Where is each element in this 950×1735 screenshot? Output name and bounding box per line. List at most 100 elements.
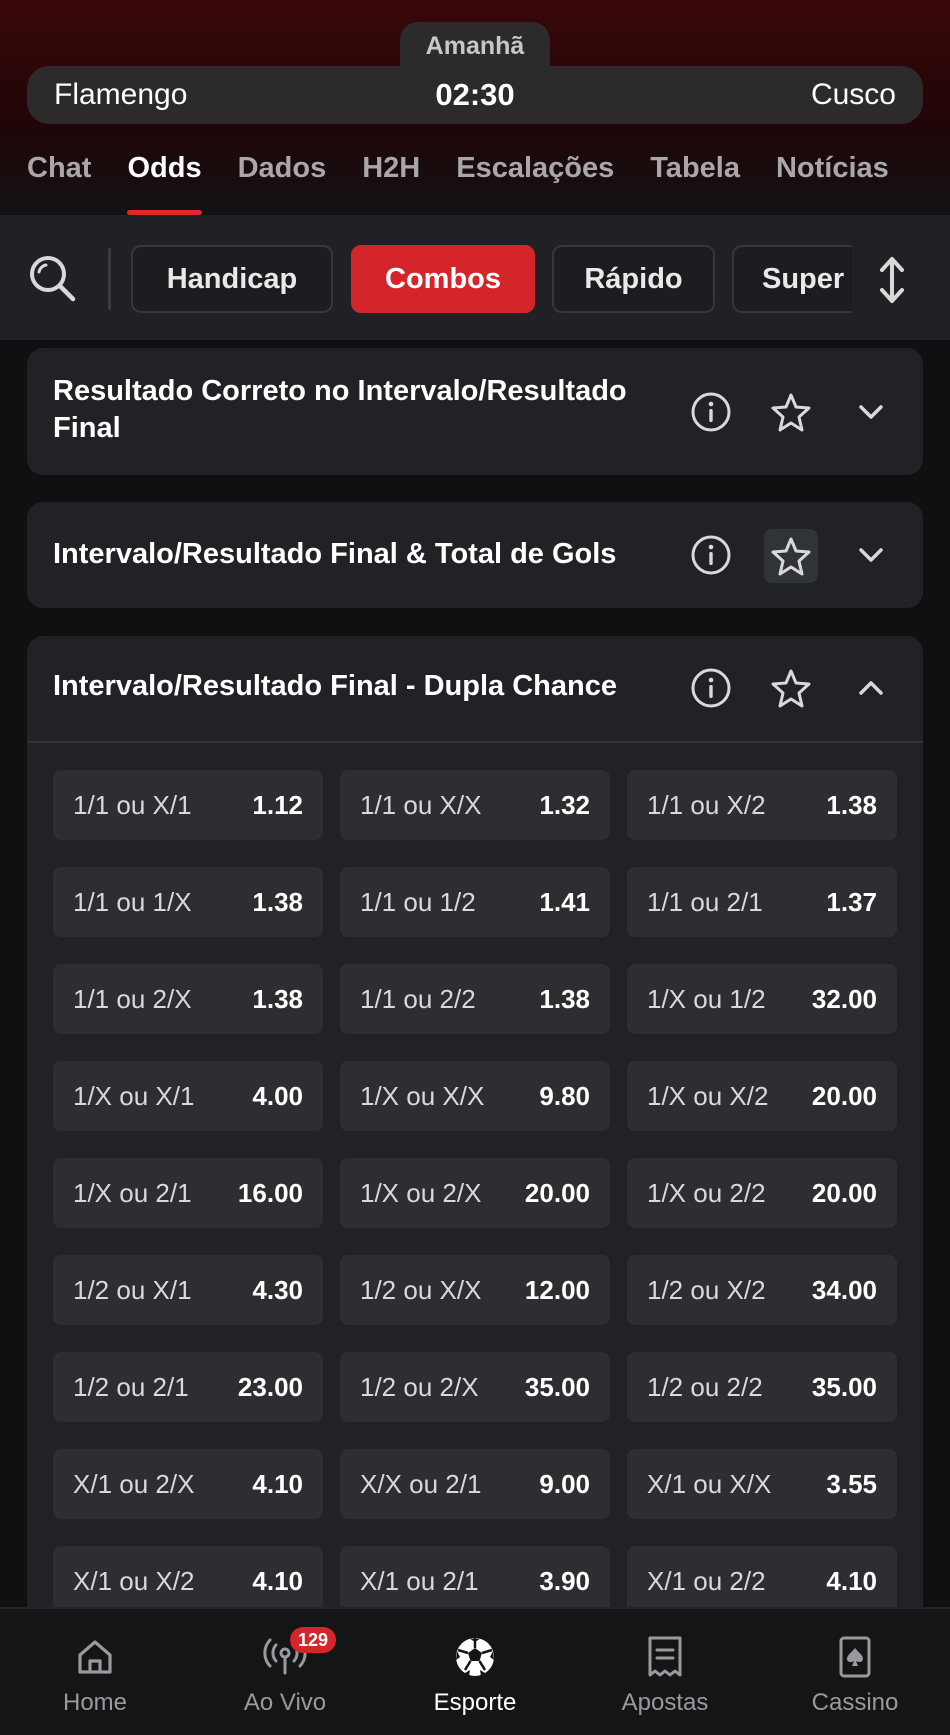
market-title: Intervalo/Resultado Final & Total de Gol… xyxy=(53,538,617,570)
tab-noticias[interactable]: Notícias xyxy=(758,140,907,215)
odd-value: 20.00 xyxy=(524,1177,590,1208)
odd-button[interactable]: 1/X ou X/2 20.00 xyxy=(627,1061,897,1131)
odd-selection-label: 1/1 ou 1/X xyxy=(73,886,192,917)
chevron-up-icon[interactable] xyxy=(847,664,895,712)
odd-value: 32.00 xyxy=(811,983,877,1014)
odd-selection-label: 1/2 ou 2/2 xyxy=(647,1371,763,1402)
odd-selection-label: 1/1 ou 2/X xyxy=(73,983,192,1014)
odd-selection-label: 1/1 ou 2/1 xyxy=(647,886,763,917)
odd-value: 16.00 xyxy=(237,1177,303,1208)
nav-cassino[interactable]: Cassino xyxy=(760,1609,950,1735)
odd-value: 1.37 xyxy=(826,886,877,917)
chevron-down-icon[interactable] xyxy=(847,388,895,436)
odd-value: 1.41 xyxy=(539,886,590,917)
odd-button[interactable]: 1/2 ou 2/2 35.00 xyxy=(627,1352,897,1422)
odd-selection-label: 1/X ou 2/2 xyxy=(647,1177,766,1208)
odd-selection-label: 1/1 ou X/2 xyxy=(647,789,766,820)
sort-arrows-icon[interactable] xyxy=(870,255,914,305)
odd-button[interactable]: X/1 ou 2/X 4.10 xyxy=(53,1449,323,1519)
odd-button[interactable]: 1/X ou 1/2 32.00 xyxy=(627,964,897,1034)
odd-value: 12.00 xyxy=(524,1274,590,1305)
odd-button[interactable]: 1/2 ou X/1 4.30 xyxy=(53,1255,323,1325)
odd-value: 1.32 xyxy=(539,789,590,820)
home-icon xyxy=(71,1633,119,1681)
odd-selection-label: 1/X ou 2/1 xyxy=(73,1177,192,1208)
odd-button[interactable]: X/1 ou X/2 4.10 xyxy=(53,1546,323,1616)
odd-value: 1.12 xyxy=(252,789,303,820)
market-card-total-goals[interactable]: Intervalo/Resultado Final & Total de Gol… xyxy=(27,502,923,608)
odd-selection-label: 1/1 ou X/1 xyxy=(73,789,192,820)
bet-slip-icon xyxy=(641,1633,689,1681)
nav-apostas[interactable]: Apostas xyxy=(570,1609,760,1735)
tab-dados[interactable]: Dados xyxy=(220,140,345,215)
odd-button[interactable]: 1/1 ou 1/2 1.41 xyxy=(340,867,610,937)
market-card-double-chance: Intervalo/Resultado Final - Dupla Chance… xyxy=(27,636,923,1636)
odd-button[interactable]: 1/X ou X/X 9.80 xyxy=(340,1061,610,1131)
nav-home[interactable]: Home xyxy=(0,1609,190,1735)
chevron-down-icon[interactable] xyxy=(847,531,895,579)
search-icon[interactable] xyxy=(26,252,78,304)
odd-value: 35.00 xyxy=(811,1371,877,1402)
odd-button[interactable]: X/X ou 2/1 9.00 xyxy=(340,1449,610,1519)
odd-value: 34.00 xyxy=(811,1274,877,1305)
odd-button[interactable]: 1/X ou 2/2 20.00 xyxy=(627,1158,897,1228)
nav-esporte[interactable]: Esporte xyxy=(380,1609,570,1735)
odd-selection-label: X/1 ou 2/X xyxy=(73,1468,195,1499)
info-icon[interactable] xyxy=(687,388,735,436)
odd-button[interactable]: 1/1 ou X/X 1.32 xyxy=(340,770,610,840)
market-title-line2: Final xyxy=(53,412,121,444)
star-icon[interactable] xyxy=(764,529,818,583)
odd-button[interactable]: 1/2 ou 2/X 35.00 xyxy=(340,1352,610,1422)
odd-button[interactable]: 1/1 ou 2/1 1.37 xyxy=(627,867,897,937)
odd-button[interactable]: 1/1 ou 2/2 1.38 xyxy=(340,964,610,1034)
odd-selection-label: X/X ou 2/1 xyxy=(360,1468,482,1499)
odd-selection-label: 1/2 ou 2/1 xyxy=(73,1371,189,1402)
odd-button[interactable]: 1/1 ou X/1 1.12 xyxy=(53,770,323,840)
odd-button[interactable]: 1/1 ou 1/X 1.38 xyxy=(53,867,323,937)
market-card-correct-score[interactable]: Resultado Correto no Intervalo/Resultado… xyxy=(27,348,923,475)
tab-chat[interactable]: Chat xyxy=(0,140,109,215)
odd-value: 1.38 xyxy=(252,983,303,1014)
star-icon[interactable] xyxy=(767,388,815,436)
odd-value: 4.30 xyxy=(252,1274,303,1305)
odd-selection-label: 1/1 ou 1/2 xyxy=(360,886,476,917)
filter-chip-handicap[interactable]: Handicap xyxy=(131,245,333,313)
odd-button[interactable]: 1/1 ou X/2 1.38 xyxy=(627,770,897,840)
odd-selection-label: 1/X ou 1/2 xyxy=(647,983,766,1014)
home-team: Flamengo xyxy=(54,78,188,111)
odd-button[interactable]: X/1 ou X/X 3.55 xyxy=(627,1449,897,1519)
match-header: Amanhã Flamengo 02:30 Cusco Chat Odds Da… xyxy=(0,0,950,215)
odd-button[interactable]: X/1 ou 2/1 3.90 xyxy=(340,1546,610,1616)
tab-escalacoes[interactable]: Escalações xyxy=(438,140,632,215)
star-icon[interactable] xyxy=(767,664,815,712)
filter-chip-super[interactable]: Super xyxy=(732,245,852,313)
odd-button[interactable]: 1/2 ou X/X 12.00 xyxy=(340,1255,610,1325)
odd-selection-label: 1/1 ou X/X xyxy=(360,789,482,820)
tab-h2h[interactable]: H2H xyxy=(344,140,438,215)
filter-chip-combos[interactable]: Combos xyxy=(351,245,535,313)
odd-selection-label: 1/X ou X/2 xyxy=(647,1080,769,1111)
nav-ao-vivo[interactable]: 129 Ao Vivo xyxy=(190,1609,380,1735)
odd-value: 1.38 xyxy=(826,789,877,820)
odd-value: 4.10 xyxy=(252,1468,303,1499)
filter-chip-rapido[interactable]: Rápido xyxy=(552,245,715,313)
odd-button[interactable]: 1/2 ou X/2 34.00 xyxy=(627,1255,897,1325)
market-title[interactable]: Intervalo/Resultado Final - Dupla Chance xyxy=(53,668,617,705)
odd-button[interactable]: 1/X ou X/1 4.00 xyxy=(53,1061,323,1131)
info-icon[interactable] xyxy=(687,531,735,579)
info-icon[interactable] xyxy=(687,664,735,712)
tab-tabela[interactable]: Tabela xyxy=(632,140,758,215)
tab-odds[interactable]: Odds xyxy=(109,140,219,215)
odd-button[interactable]: 1/1 ou 2/X 1.38 xyxy=(53,964,323,1034)
away-team: Cusco xyxy=(810,78,896,111)
nav-label: Ao Vivo xyxy=(243,1689,327,1716)
nav-label: Apostas xyxy=(621,1689,709,1716)
odd-button[interactable]: 1/X ou 2/X 20.00 xyxy=(340,1158,610,1228)
filter-separator xyxy=(108,248,111,310)
odd-selection-label: 1/X ou X/X xyxy=(360,1080,485,1111)
odd-button[interactable]: X/1 ou 2/2 4.10 xyxy=(627,1546,897,1616)
odd-selection-label: 1/1 ou 2/2 xyxy=(360,983,476,1014)
odd-button[interactable]: 1/2 ou 2/1 23.00 xyxy=(53,1352,323,1422)
odd-button[interactable]: 1/X ou 2/1 16.00 xyxy=(53,1158,323,1228)
odd-value: 4.10 xyxy=(252,1565,303,1596)
